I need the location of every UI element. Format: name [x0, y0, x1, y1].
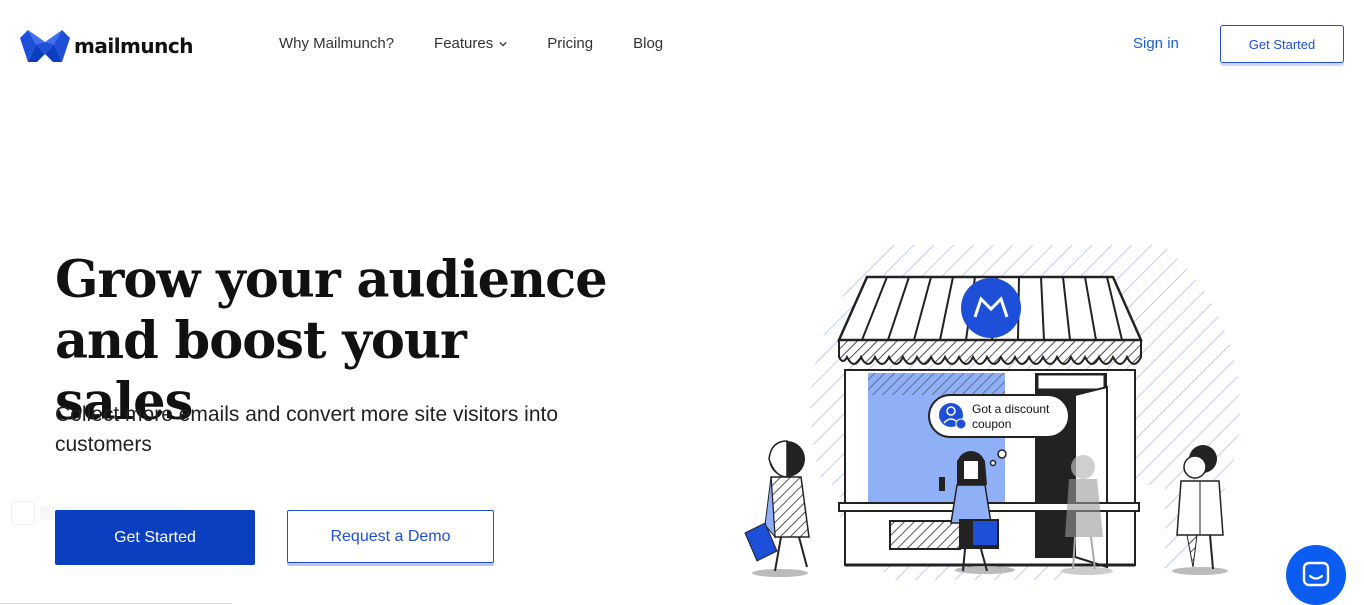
- nav-features-label: Features: [434, 35, 494, 52]
- chat-widget-button[interactable]: [1286, 545, 1346, 605]
- chevron-down-icon: [499, 41, 507, 47]
- chat-icon: [1302, 561, 1330, 587]
- mailmunch-logo-icon: [20, 30, 70, 62]
- nav-blog[interactable]: Blog: [633, 35, 663, 52]
- header-get-started-button[interactable]: Get Started: [1220, 25, 1344, 63]
- main-nav: Why Mailmunch? Features Pricing Blog: [279, 35, 663, 52]
- nav-features[interactable]: Features: [434, 35, 507, 52]
- bubble-text-line-2: coupon: [972, 417, 1011, 431]
- hero-subtitle: Collect more emails and convert more sit…: [55, 403, 559, 456]
- storefront-illustration: Got a discount coupon: [744, 245, 1240, 580]
- faint-badge: [11, 501, 35, 525]
- request-demo-button[interactable]: Request a Demo: [287, 510, 494, 563]
- nav-blog-label: Blog: [633, 35, 664, 52]
- brand-name: mailmunch: [74, 34, 193, 58]
- get-started-button[interactable]: Get Started: [55, 510, 255, 565]
- sign-in-link[interactable]: Sign in: [1133, 35, 1179, 52]
- nav-pricing[interactable]: Pricing: [547, 35, 593, 52]
- nav-why-mailmunch[interactable]: Why Mailmunch?: [279, 35, 394, 52]
- brand-logo[interactable]: mailmunch: [20, 28, 193, 64]
- nav-why-label: Why Mailmunch?: [279, 35, 395, 52]
- nav-pricing-label: Pricing: [547, 35, 594, 52]
- bubble-text-line-1: Got a discount: [972, 402, 1050, 416]
